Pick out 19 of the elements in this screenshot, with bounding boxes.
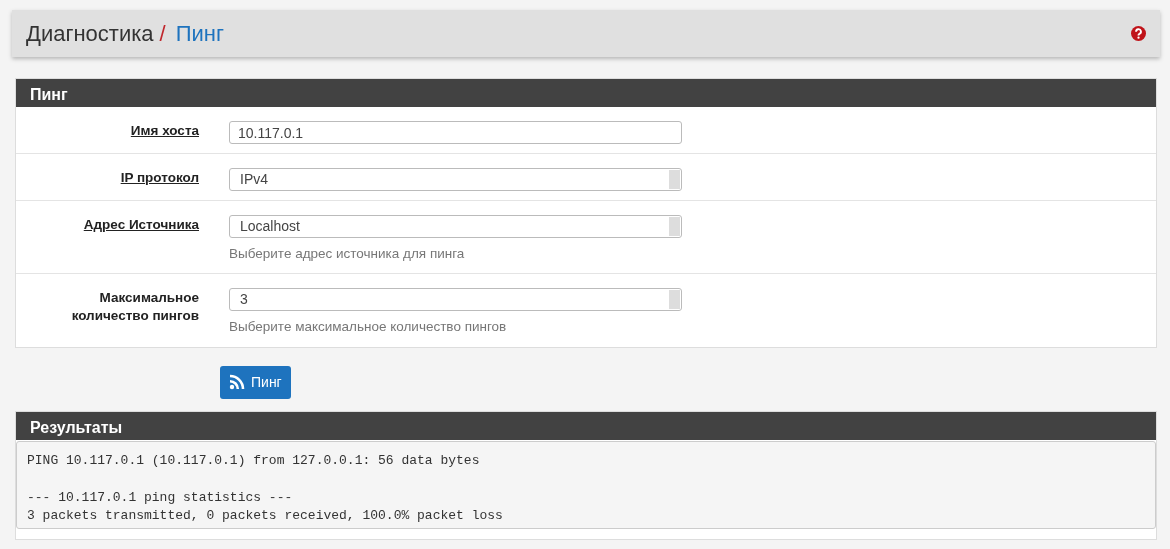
field-label[interactable]: Имя хоста xyxy=(16,121,199,144)
help-text: Выберите адрес источника для пинга xyxy=(229,245,466,263)
field-label: Максимальное количество пингов xyxy=(70,289,199,326)
breadcrumb-section: Диагностика xyxy=(26,17,154,50)
breadcrumb-link[interactable]: Пинг xyxy=(175,17,224,50)
rss-icon xyxy=(229,374,245,390)
select-dropdown[interactable]: 3 xyxy=(229,288,682,312)
breadcrumb-separator: / xyxy=(159,20,166,48)
ping-button[interactable]: Пинг xyxy=(220,365,291,399)
field-label[interactable]: IP протокол xyxy=(16,168,199,191)
select-dropdown[interactable]: IPv4 xyxy=(229,168,682,191)
input-field[interactable]: 10.117.0.1 xyxy=(229,121,682,144)
panel-heading: Результаты xyxy=(16,411,1156,440)
select-dropdown[interactable]: Localhost xyxy=(229,215,682,238)
field-label[interactable]: Адрес Источника xyxy=(16,215,199,265)
panel-heading: Пинг xyxy=(16,79,1156,107)
ping-output: PING 10.117.0.1 (10.117.0.1) from 127.0.0.1: 56 data bytes --- 10.117.0.1 ping statistics --- 3 packets transmitted, 0 packets received, 100.0% packet loss xyxy=(16,440,1156,529)
help-text: Выберите максимальное количество пингов xyxy=(229,318,508,337)
help-icon[interactable] xyxy=(1131,26,1146,41)
